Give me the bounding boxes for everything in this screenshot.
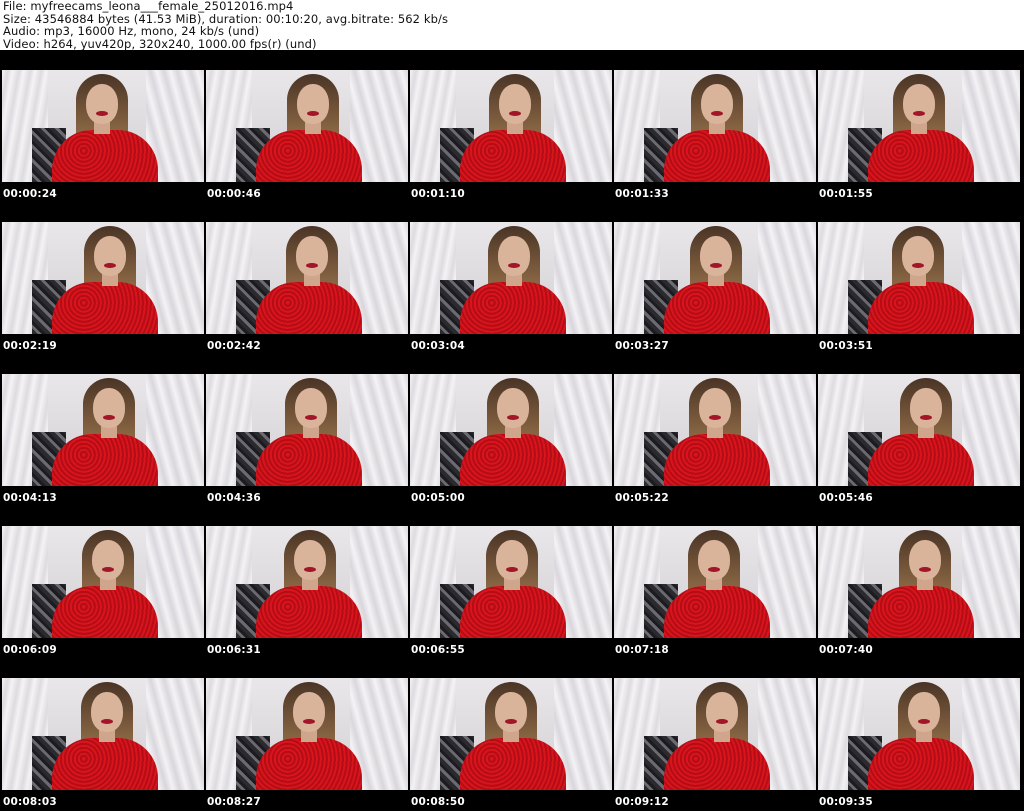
timestamp-label: 00:03:51 [819, 340, 873, 352]
video-frame-thumbnail [206, 222, 408, 334]
thumbnail-cell: 00:01:10 [408, 50, 612, 202]
video-frame-thumbnail [410, 374, 612, 486]
thumbnail-cell: 00:06:55 [408, 506, 612, 658]
timestamp-label: 00:01:33 [615, 188, 669, 200]
thumbnail-cell: 00:07:18 [612, 506, 816, 658]
timestamp-label: 00:09:35 [819, 796, 873, 808]
video-frame-thumbnail [410, 70, 612, 182]
audio-info-line: Audio: mp3, 16000 Hz, mono, 24 kb/s (und… [3, 24, 260, 38]
thumbnail-cell: 00:08:27 [204, 658, 408, 810]
video-frame-thumbnail [818, 678, 1020, 790]
thumbnail-cell: 00:05:46 [816, 354, 1020, 506]
video-frame-thumbnail [2, 222, 204, 334]
thumbnail-cell: 00:09:12 [612, 658, 816, 810]
timestamp-label: 00:06:09 [3, 644, 57, 656]
thumbnail-cell: 00:00:46 [204, 50, 408, 202]
video-frame-thumbnail [2, 678, 204, 790]
thumbnail-cell: 00:01:55 [816, 50, 1020, 202]
video-frame-thumbnail [2, 70, 204, 182]
thumbnail-cell: 00:03:51 [816, 202, 1020, 354]
timestamp-label: 00:08:27 [207, 796, 261, 808]
timestamp-label: 00:06:55 [411, 644, 465, 656]
timestamp-label: 00:04:36 [207, 492, 261, 504]
thumbnail-cell: 00:05:00 [408, 354, 612, 506]
thumbnail-grid: 00:00:24 00:00:46 00:01:10 00:01:33 00:01:55… [0, 50, 1024, 811]
video-info-line: Video: h264, yuv420p, 320x240, 1000.00 f… [3, 36, 317, 51]
timestamp-label: 00:07:40 [819, 644, 873, 656]
timestamp-label: 00:06:31 [207, 644, 261, 656]
thumbnail-cell: 00:00:24 [0, 50, 204, 202]
thumbnail-cell: 00:05:22 [612, 354, 816, 506]
timestamp-label: 00:04:13 [3, 492, 57, 504]
timestamp-label: 00:08:50 [411, 796, 465, 808]
video-frame-thumbnail [410, 222, 612, 334]
video-frame-thumbnail [2, 526, 204, 638]
thumbnail-cell: 00:01:33 [612, 50, 816, 202]
thumbnail-cell: 00:02:42 [204, 202, 408, 354]
video-frame-thumbnail [410, 526, 612, 638]
file-info-header: File: myfreecams_leona___female_25012016… [3, 0, 1021, 50]
video-frame-thumbnail [818, 222, 1020, 334]
timestamp-label: 00:03:04 [411, 340, 465, 352]
thumbnail-cell: 00:07:40 [816, 506, 1020, 658]
thumbnail-cell: 00:08:50 [408, 658, 612, 810]
video-frame-thumbnail [614, 526, 816, 638]
video-frame-thumbnail [206, 526, 408, 638]
thumbnail-cell: 00:02:19 [0, 202, 204, 354]
thumbnail-cell: 00:03:04 [408, 202, 612, 354]
timestamp-label: 00:07:18 [615, 644, 669, 656]
video-frame-thumbnail [410, 678, 612, 790]
thumbnail-cell: 00:04:13 [0, 354, 204, 506]
timestamp-label: 00:01:10 [411, 188, 465, 200]
thumbnail-cell: 00:06:31 [204, 506, 408, 658]
thumbnail-cell: 00:08:03 [0, 658, 204, 810]
timestamp-label: 00:02:19 [3, 340, 57, 352]
video-frame-thumbnail [2, 374, 204, 486]
video-frame-thumbnail [614, 374, 816, 486]
timestamp-label: 00:01:55 [819, 188, 873, 200]
video-frame-thumbnail [206, 678, 408, 790]
thumbnail-cell: 00:06:09 [0, 506, 204, 658]
video-frame-thumbnail [206, 70, 408, 182]
timestamp-label: 00:00:24 [3, 188, 57, 200]
thumbnail-cell: 00:04:36 [204, 354, 408, 506]
video-frame-thumbnail [614, 222, 816, 334]
timestamp-label: 00:05:00 [411, 492, 465, 504]
file-name-line: File: myfreecams_leona___female_25012016… [3, 0, 294, 13]
timestamp-label: 00:03:27 [615, 340, 669, 352]
video-frame-thumbnail [818, 526, 1020, 638]
timestamp-label: 00:05:22 [615, 492, 669, 504]
video-frame-thumbnail [818, 374, 1020, 486]
video-frame-thumbnail [206, 374, 408, 486]
video-frame-thumbnail [614, 70, 816, 182]
video-frame-thumbnail [614, 678, 816, 790]
thumbnail-cell: 00:03:27 [612, 202, 816, 354]
timestamp-label: 00:02:42 [207, 340, 261, 352]
timestamp-label: 00:05:46 [819, 492, 873, 504]
timestamp-label: 00:08:03 [3, 796, 57, 808]
timestamp-label: 00:09:12 [615, 796, 669, 808]
thumbnail-cell: 00:09:35 [816, 658, 1020, 810]
timestamp-label: 00:00:46 [207, 188, 261, 200]
video-frame-thumbnail [818, 70, 1020, 182]
